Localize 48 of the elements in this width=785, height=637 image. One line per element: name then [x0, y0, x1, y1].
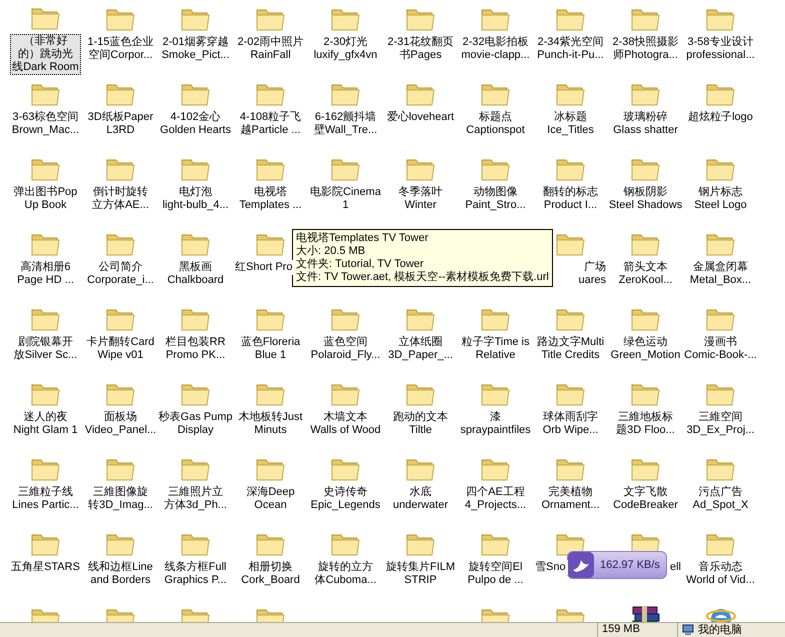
- folder-label[interactable]: 四个AE工程 4_Projects...: [462, 485, 528, 513]
- folder-label[interactable]: 6-162颤抖墙 壁Wall_Tre...: [312, 110, 380, 138]
- folder-label[interactable]: 线条方框Full Graphics P...: [162, 560, 229, 588]
- folder-label[interactable]: 球体雨刮字 Orb Wipe...: [540, 410, 600, 438]
- folder-label[interactable]: 冰标题 Ice_Titles: [545, 110, 596, 138]
- folder-label[interactable]: 3-63棕色空间 Brown_Mac...: [10, 110, 82, 138]
- folder-label[interactable]: 弹出图书Pop Up Book: [12, 185, 80, 213]
- folder-label[interactable]: 2-32电影拍板 movie-clapp...: [459, 35, 532, 63]
- bird-icon: [568, 552, 594, 578]
- folder-label[interactable]: 蓝色空间 Polaroid_Fly...: [308, 335, 382, 363]
- folder-label[interactable]: 金属盒闭幕 Metal_Box...: [688, 260, 754, 288]
- location-status: 我的电脑: [698, 624, 742, 636]
- folder-label[interactable]: 剧院银幕开 放Silver Sc...: [12, 335, 80, 363]
- folder-label[interactable]: 3-58专业设计 professional...: [684, 35, 757, 63]
- computer-icon: [682, 624, 694, 636]
- folder-label[interactable]: 电视塔 Templates ...: [237, 185, 304, 213]
- folder-label[interactable]: 电灯泡 light-bulb_4...: [160, 185, 231, 213]
- folder-label[interactable]: 立体纸圈 3D_Paper_...: [386, 335, 455, 363]
- folder-label[interactable]: 迷人的夜 Night Glam 1: [11, 410, 80, 438]
- folder-label[interactable]: 公司简介 Corporate_i...: [85, 260, 156, 288]
- folder-label[interactable]: 红Short Pro: [233, 260, 294, 275]
- folder-label[interactable]: 污点广告 Ad_Spot_X: [690, 485, 750, 513]
- folder-label[interactable]: 漆 spraypaintfiles: [458, 410, 533, 438]
- folder-label[interactable]: 相册切换 Cork_Board: [239, 560, 302, 588]
- size-status: 159 MB: [598, 623, 678, 637]
- folder-label[interactable]: 标题点 Captionspot: [464, 110, 527, 138]
- tooltip: 电视塔Templates TV Tower 大小: 20.5 MB 文件夹: Tutorial, TV Tower 文件: TV Tower.aet, 模板天空--素材模板免费下载.url: [292, 229, 553, 287]
- folder-label[interactable]: 高清相册6 Page HD ...: [15, 260, 76, 288]
- folder-label[interactable]: 秒表Gas Pump Display: [156, 410, 234, 438]
- folder-label[interactable]: 2-31花纹翻页 书Pages: [385, 35, 456, 63]
- folder-label[interactable]: 2-38快照摄影 师Photogra...: [610, 35, 681, 63]
- folder-label[interactable]: 旋转空间El Pulpo de ...: [466, 560, 526, 588]
- speed-reading: 162.97 KB/s: [600, 558, 660, 573]
- folder-label[interactable]: 史诗传奇 Epic_Legends: [308, 485, 382, 513]
- folder-label[interactable]: 超炫粒子logo: [686, 110, 755, 125]
- folder-label[interactable]: 2-30灯光 luxify_gfx4vn: [312, 35, 380, 63]
- folder-label[interactable]: （非常好 的）跳动光 线Dark Room: [10, 34, 81, 75]
- folder-label[interactable]: 三維空间 3D_Ex_Proj...: [684, 410, 756, 438]
- folder-label[interactable]: 雪Sno: [533, 560, 568, 575]
- folder-label[interactable]: 面板场 Video_Panel...: [82, 410, 158, 438]
- folder-label[interactable]: 钢片标志 Steel Logo: [692, 185, 749, 213]
- folder-label[interactable]: 三維图像旋 转3D_Imag...: [86, 485, 155, 513]
- folder-label[interactable]: 三維照片立 方体3d_Ph...: [162, 485, 229, 513]
- folder-label[interactable]: 动物图像 Paint_Stro...: [463, 185, 528, 213]
- folder-label[interactable]: 卡片翻转Card Wipe v01: [84, 335, 156, 363]
- folder-label[interactable]: 2-01烟雾穿越 Smoke_Pict...: [160, 35, 232, 63]
- folder-label[interactable]: 绿色运动 Green_Motion: [608, 335, 682, 363]
- folder-label[interactable]: 1-15蓝色企业 空间Corpor...: [85, 35, 156, 63]
